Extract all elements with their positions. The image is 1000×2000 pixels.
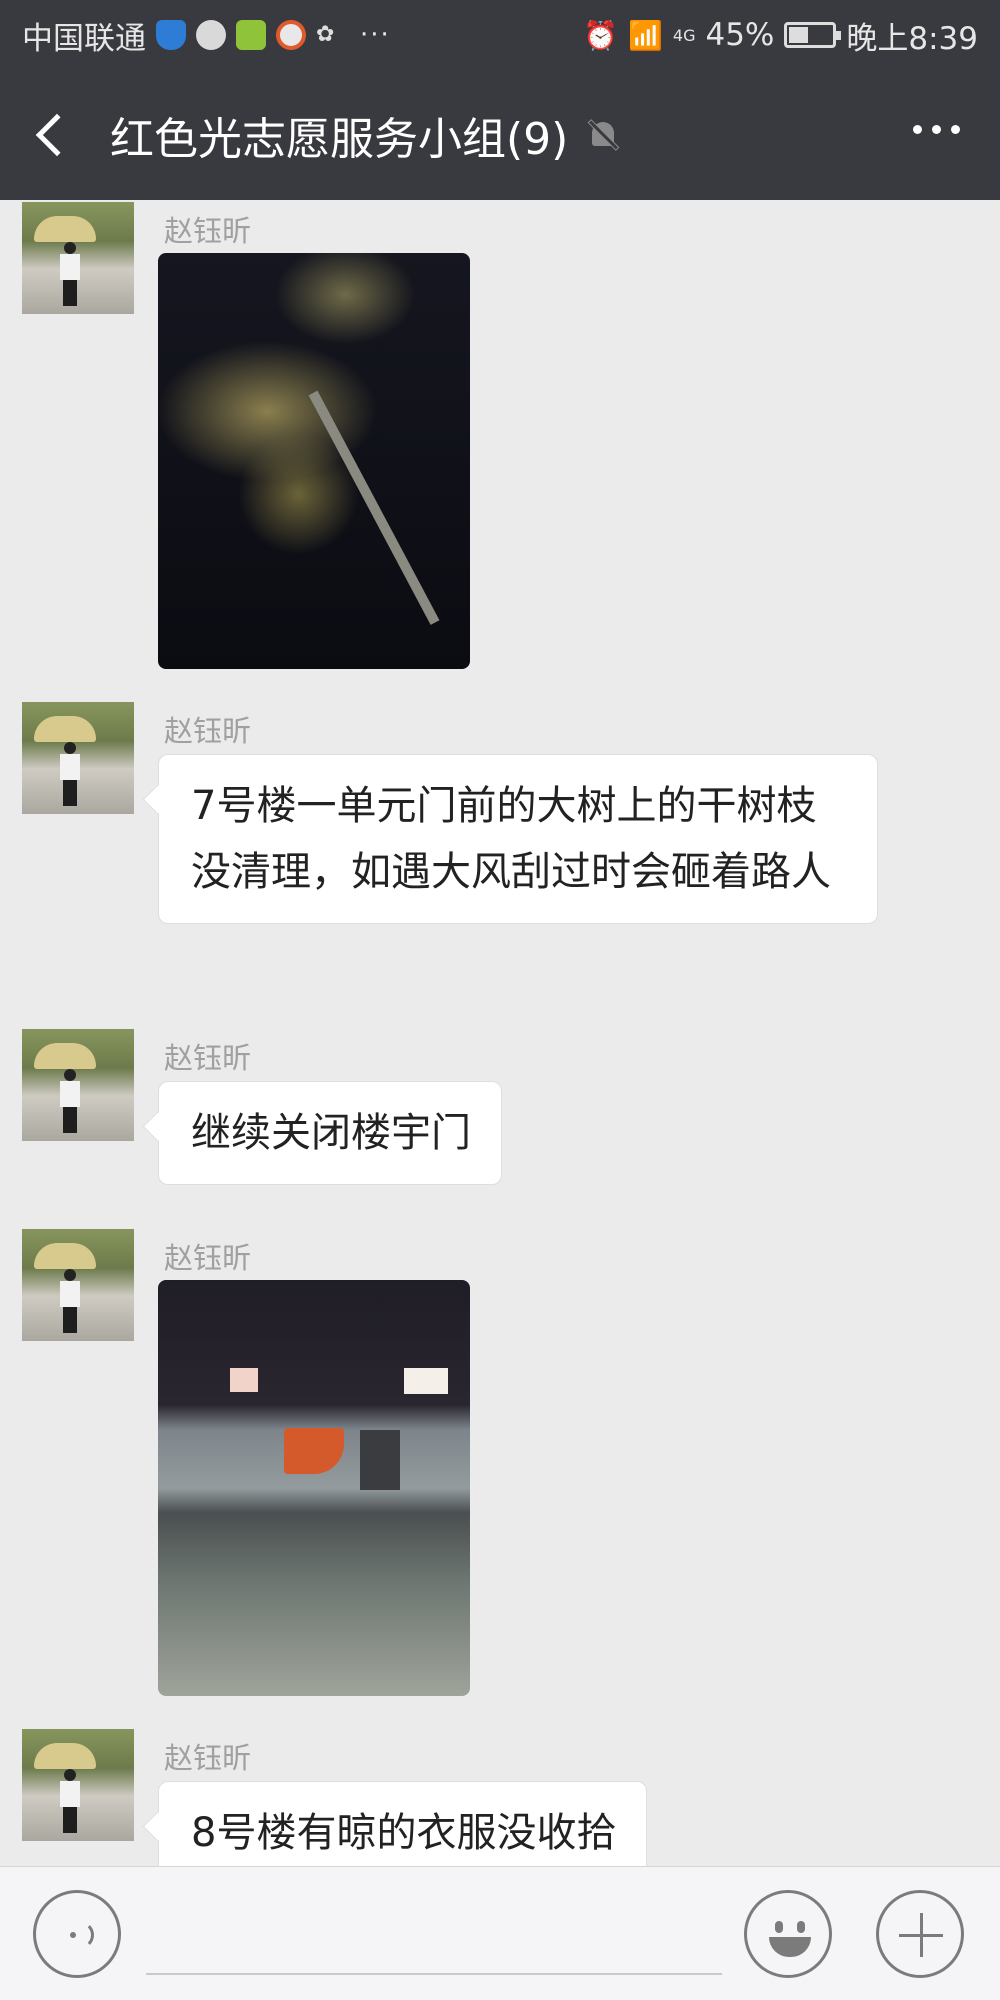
- avatar[interactable]: [22, 1229, 134, 1341]
- more-actions-button[interactable]: [876, 1890, 964, 1978]
- smiley-icon: [775, 1921, 783, 1933]
- avatar[interactable]: [22, 1029, 134, 1141]
- text-message-bubble[interactable]: 继续关闭楼宇门: [158, 1081, 502, 1185]
- news-app-icon: [276, 20, 306, 50]
- voice-button[interactable]: [33, 1890, 121, 1978]
- avatar[interactable]: [22, 702, 134, 814]
- huawei-icon: ✿: [316, 22, 335, 47]
- sender-name: 赵钰昕: [164, 1041, 252, 1075]
- back-button[interactable]: [0, 70, 100, 200]
- status-bar-right: ⏰ 📶 4G 45% 晚上8:39: [583, 13, 978, 58]
- message-text: 7号楼一单元门前的大树上的干树枝没清理，如遇大风刮过时会砸着路人: [191, 783, 831, 895]
- status-bar-left: 中国联通 ✿ ···: [22, 13, 391, 58]
- chat-header: 红色光志愿服务小组(9): [0, 70, 1000, 200]
- emoji-button[interactable]: [744, 1890, 832, 1978]
- avatar[interactable]: [22, 202, 134, 314]
- network-type: 4G: [672, 25, 696, 45]
- chat-bubble-icon: [196, 20, 226, 50]
- avatar[interactable]: [22, 1729, 134, 1841]
- sender-name: 赵钰昕: [164, 214, 252, 248]
- status-bar: 中国联通 ✿ ··· ⏰ 📶 4G 45% 晚上8:39: [0, 0, 1000, 70]
- text-message-bubble[interactable]: 7号楼一单元门前的大树上的干树枝没清理，如遇大风刮过时会砸着路人: [158, 754, 878, 924]
- alarm-icon: ⏰: [583, 18, 619, 52]
- clock: 晚上8:39: [846, 20, 978, 57]
- chevron-left-icon: [35, 113, 79, 157]
- shield-icon: [156, 20, 186, 50]
- battery-icon: [784, 22, 842, 48]
- message-text: 继续关闭楼宇门: [191, 1110, 471, 1156]
- more-options-button[interactable]: [913, 125, 960, 134]
- carrier-name: 中国联通: [22, 20, 146, 57]
- more-notifications-icon: ···: [360, 20, 391, 50]
- message-text: 8号楼有晾的衣服没收拾: [191, 1810, 617, 1856]
- app-notification-icon: [236, 20, 266, 50]
- sender-name: 赵钰昕: [164, 1241, 252, 1275]
- sender-name: 赵钰昕: [164, 1741, 252, 1775]
- bell-slash-icon: [586, 118, 620, 152]
- battery-percent: 45%: [705, 17, 775, 53]
- chat-title: 红色光志愿服务小组(9): [110, 114, 569, 165]
- ellipsis-icon: [913, 125, 922, 134]
- sender-name: 赵钰昕: [164, 714, 252, 748]
- wifi-icon: 📶: [628, 18, 663, 52]
- image-message[interactable]: [158, 1280, 470, 1696]
- image-message[interactable]: [158, 253, 470, 669]
- input-bar: [0, 1866, 1000, 2000]
- message-input[interactable]: [146, 1897, 722, 1975]
